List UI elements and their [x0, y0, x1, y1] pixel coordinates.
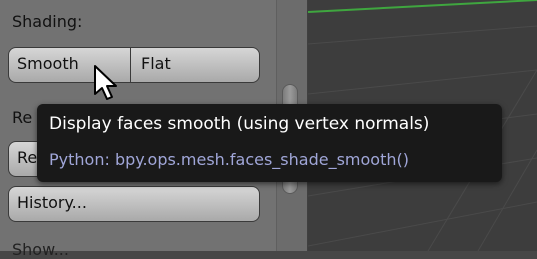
shading-label: Shading:: [12, 12, 83, 31]
tooltip-python-path: Python: bpy.ops.mesh.faces_shade_smooth(…: [49, 150, 409, 169]
tooltip: Display faces smooth (using vertex norma…: [37, 104, 502, 182]
mouse-pointer-icon: [94, 65, 117, 100]
show-label-cut-off: Show...: [12, 240, 69, 259]
tooltip-description: Display faces smooth (using vertex norma…: [49, 114, 430, 134]
flat-button[interactable]: Flat: [130, 47, 260, 83]
history-button[interactable]: History...: [8, 186, 260, 222]
grid-axis-line: [308, 0, 537, 13]
recalc-label-partial: Re: [12, 108, 33, 127]
